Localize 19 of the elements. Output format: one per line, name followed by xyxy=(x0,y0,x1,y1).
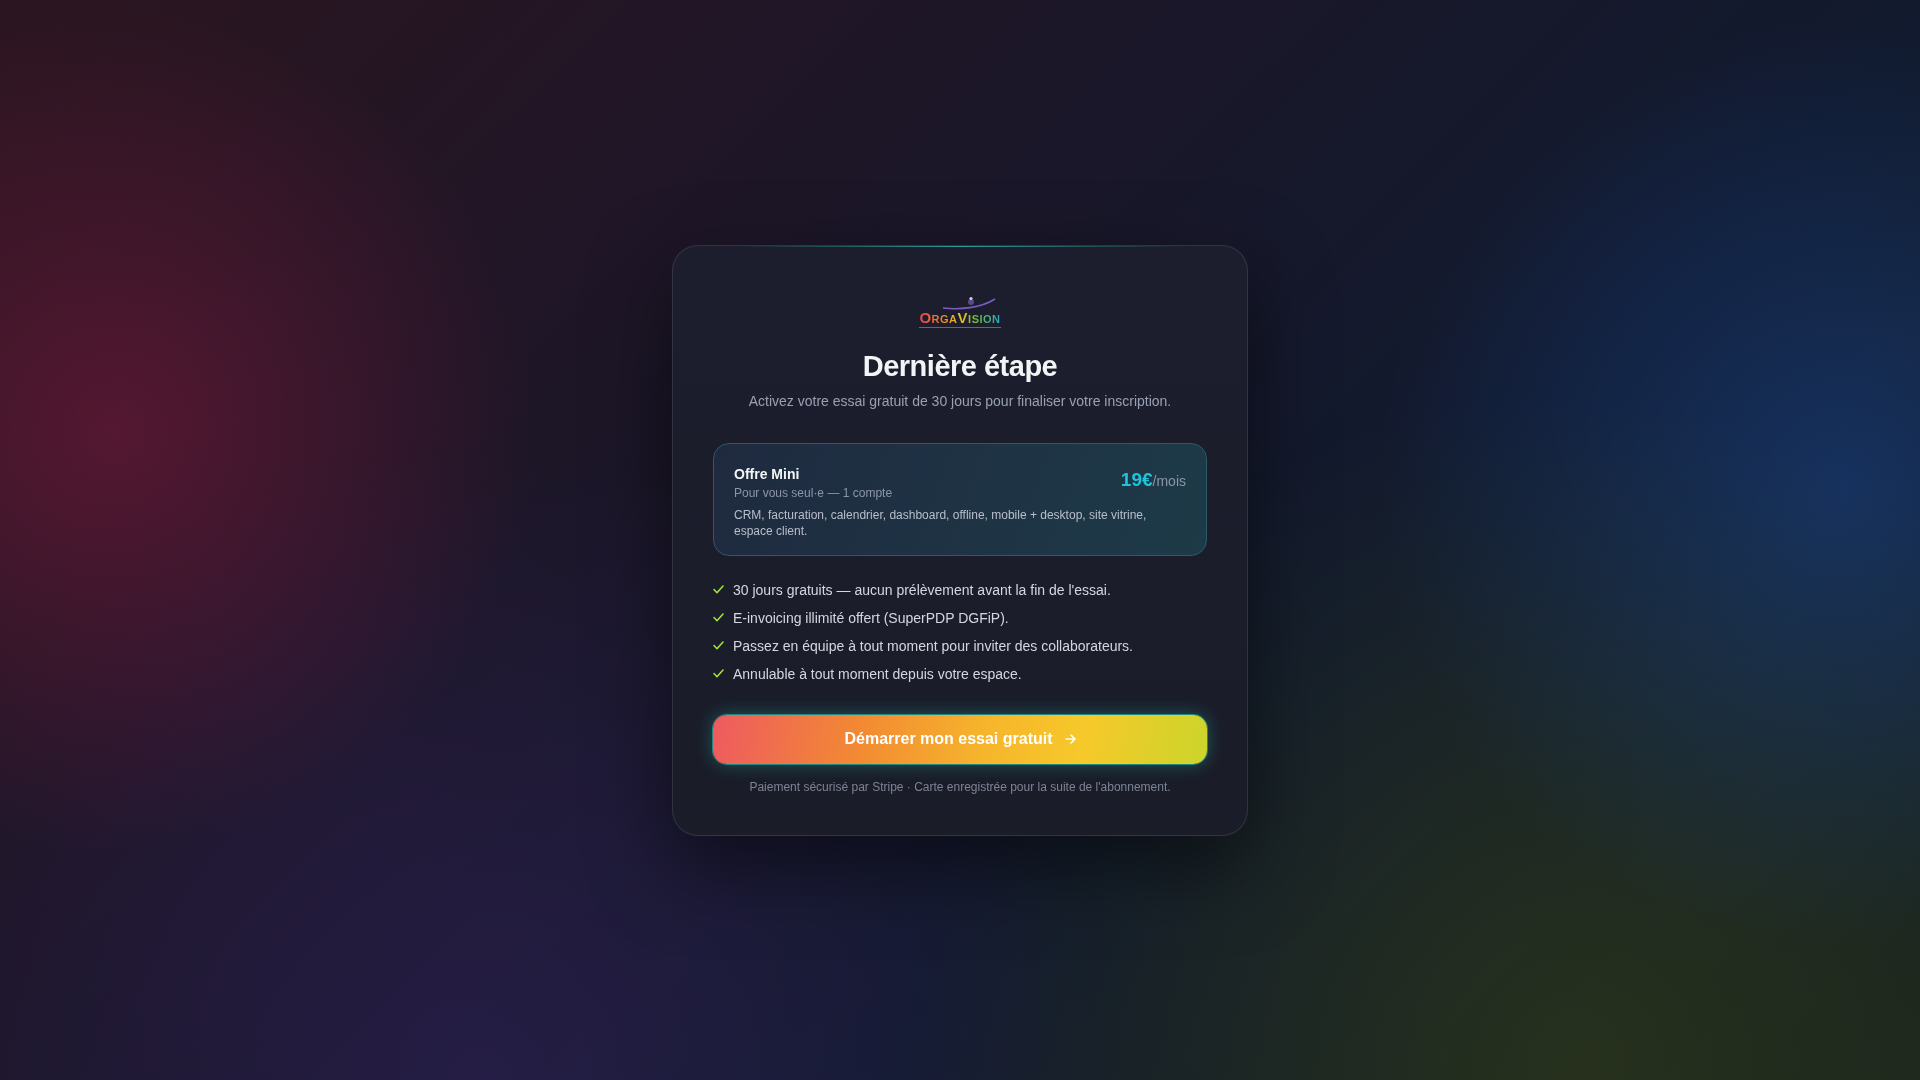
check-icon xyxy=(713,669,724,678)
benefit-text: E-invoicing illimité offert (SuperPDP DGFiP). xyxy=(733,608,1009,628)
offer-features: CRM, facturation, calendrier, dashboard, offline, mobile + desktop, site vitrine, espace client. xyxy=(734,506,1148,539)
price-amount: 19€ xyxy=(1120,467,1153,492)
check-icon xyxy=(713,613,724,622)
benefit-text: Annulable à tout moment depuis votre espace. xyxy=(733,664,1022,684)
arrow-right-icon xyxy=(1064,734,1076,744)
page-title: Dernière étape xyxy=(862,348,1058,384)
benefit-text: Passez en équipe à tout moment pour inviter des collaborateurs. xyxy=(733,636,1133,656)
offer-audience: Pour vous seul·e — 1 compte xyxy=(734,484,893,502)
benefit-text: 30 jours gratuits — aucun prélèvement avant la fin de l'essai. xyxy=(733,580,1111,600)
footnote-text: Paiement sécurisé par Stripe · Carte enregistrée pour la suite de l'abonnement. xyxy=(749,778,1171,795)
check-icon xyxy=(713,585,724,594)
check-icon xyxy=(713,641,724,650)
swoosh-icon xyxy=(940,295,997,310)
subtitle-text: Activez votre essai gratuit de 30 jours pour finaliser votre inscription. xyxy=(748,391,1172,411)
start-trial-button[interactable]: Démarrer mon essai gratuit xyxy=(713,714,1207,764)
price-period: /mois xyxy=(1152,471,1186,491)
offer-name: Offre Mini xyxy=(734,464,801,484)
